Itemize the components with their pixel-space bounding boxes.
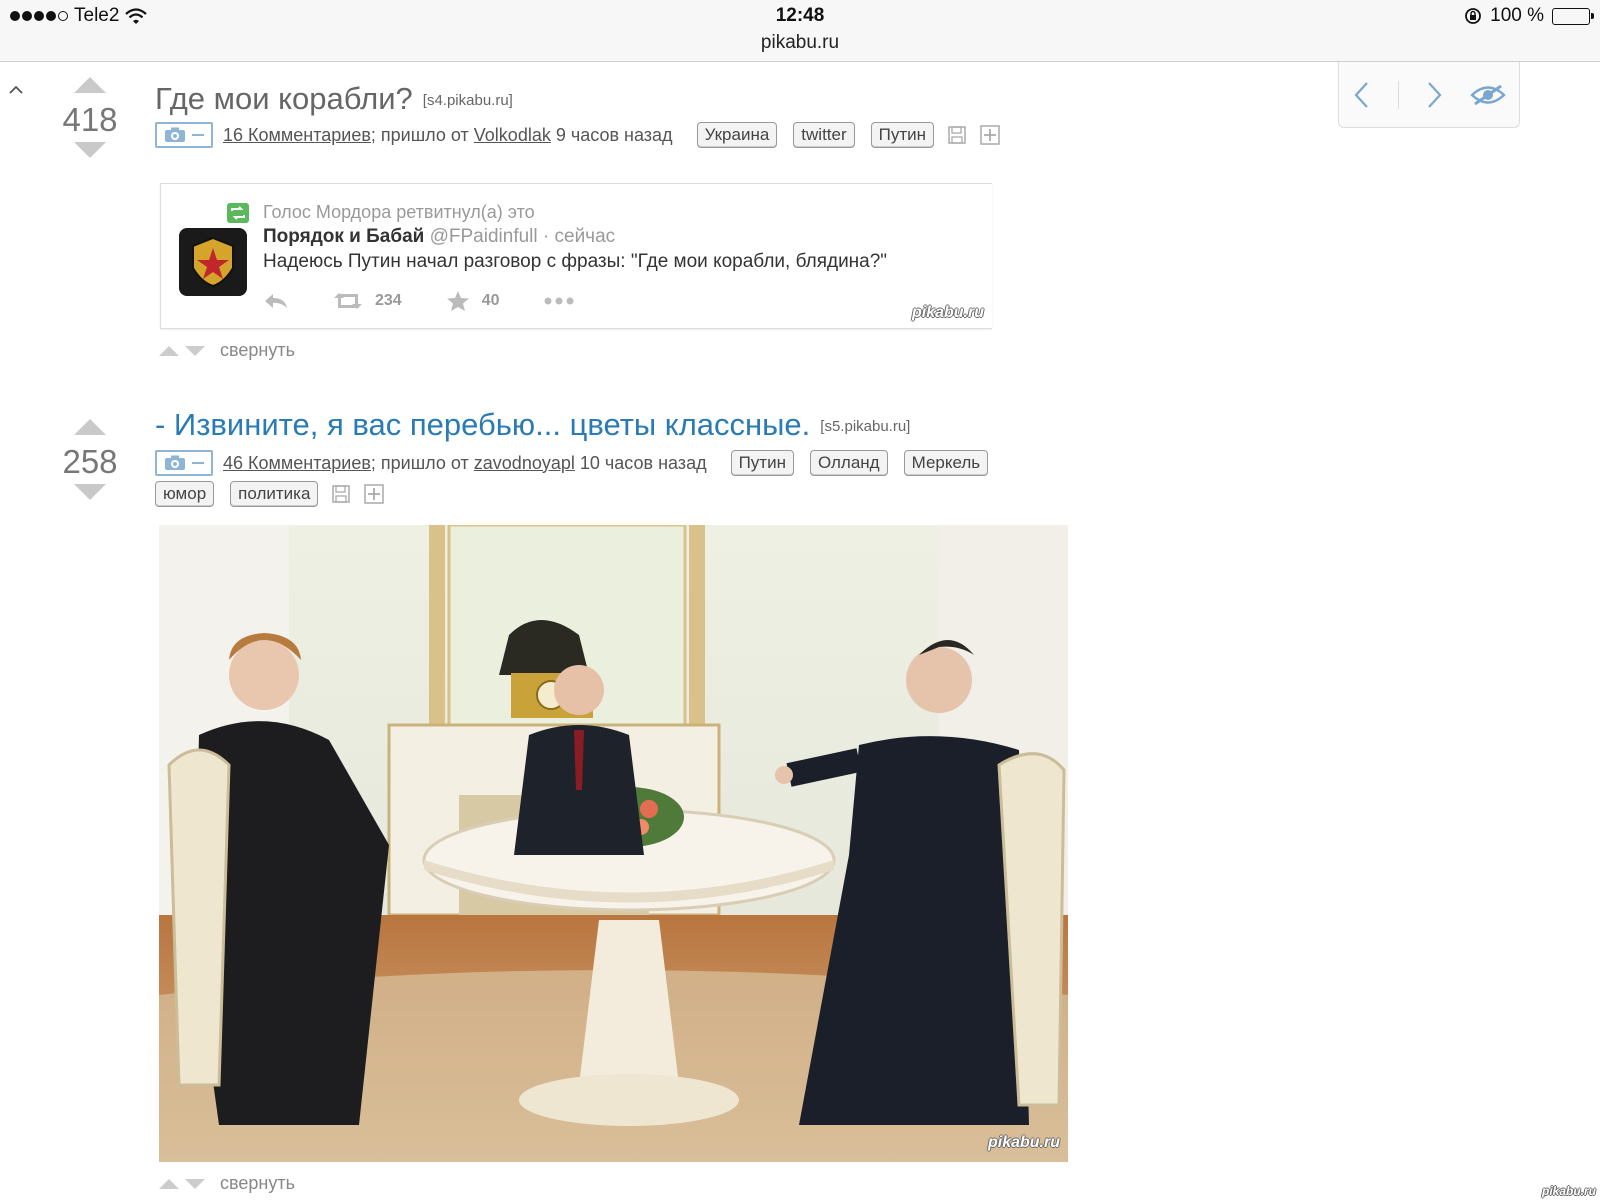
tag[interactable]: Украина: [696, 122, 778, 148]
tweet-author: Порядок и Бабай @FPaidinfull · сейчас: [263, 226, 615, 248]
small-vote-down-icon[interactable]: [184, 345, 206, 357]
story-title[interactable]: Где мои корабли? [s4.pikabu.ru]: [155, 81, 513, 117]
tag[interactable]: юмор: [155, 481, 215, 507]
address-bar[interactable]: pikabu.ru: [0, 32, 1600, 54]
vote-down-icon[interactable]: [72, 140, 108, 160]
small-vote-up-icon[interactable]: [158, 345, 180, 357]
reply-icon: [265, 294, 287, 308]
vote-up-icon[interactable]: [72, 417, 108, 437]
avatar: [179, 228, 247, 296]
fold-control[interactable]: свернуть: [158, 340, 295, 361]
story-photo: pikabu.ru: [159, 525, 1068, 1162]
story-title-text[interactable]: Где мои корабли?: [155, 81, 413, 116]
story-meta: 16 Комментариев ; пришло от Volkodlak 9 …: [155, 122, 1000, 148]
author-link[interactable]: Volkodlak: [474, 125, 551, 146]
tweet-text: Надеюсь Путин начал разговор с фразы: "Г…: [263, 251, 888, 272]
tweet-handle: @FPaidinfull: [429, 226, 538, 247]
story-title[interactable]: - Извините, я вас перебью... цветы класс…: [155, 407, 910, 443]
favorite-count: 40: [481, 292, 500, 309]
fold-link[interactable]: свернуть: [220, 340, 295, 361]
camera-icon[interactable]: [155, 450, 213, 476]
post-time: 9 часов назад: [555, 124, 673, 145]
status-right: 100 %: [1464, 5, 1594, 27]
story-domain: [s5.pikabu.ru]: [820, 418, 911, 436]
retweet-count: 234: [375, 292, 402, 309]
corner-watermark: pikabu.ru: [1541, 1184, 1596, 1198]
tag[interactable]: twitter: [793, 122, 855, 148]
meeting-photo-illustration: [159, 525, 1068, 1162]
rating-block: 418: [55, 75, 125, 165]
fold-control[interactable]: свернуть: [158, 1173, 295, 1194]
battery-icon: [1552, 7, 1594, 25]
tag[interactable]: Меркель: [903, 450, 989, 476]
story-domain: [s4.pikabu.ru]: [422, 92, 513, 110]
retweeted-by: Голос Мордора ретвитнул(а) это: [263, 202, 535, 222]
tweet-actions: 234 40: [263, 290, 618, 312]
next-icon[interactable]: [1424, 80, 1444, 110]
tweet-watermark: pikabu.ru: [911, 304, 984, 321]
story-nav-widget: [1338, 62, 1520, 128]
post-time: 10 часов назад: [579, 452, 707, 473]
retweet-badge-icon: [227, 202, 249, 223]
favorite-action: 40: [446, 290, 500, 312]
tweet-time: · сейчас: [542, 226, 616, 247]
tweet-author-name: Порядок и Бабай: [263, 226, 425, 247]
camera-icon[interactable]: [155, 122, 213, 148]
clock: 12:48: [775, 5, 825, 26]
comments-link[interactable]: 16 Комментариев: [223, 125, 371, 146]
up-caret-icon[interactable]: [8, 84, 24, 96]
save-icon[interactable]: [948, 126, 966, 144]
rating-value: 418: [62, 101, 118, 138]
ios-status-bar: Tele2 12:48 pikabu.ru 100 %: [0, 0, 1600, 62]
reply-action: [263, 292, 289, 310]
rotation-lock-icon: [1465, 8, 1482, 24]
photo-watermark: pikabu.ru: [987, 1134, 1060, 1151]
save-icon[interactable]: [332, 485, 351, 503]
tag[interactable]: Путин: [870, 122, 935, 148]
vote-up-icon[interactable]: [72, 75, 108, 95]
retweet-icon: [334, 293, 362, 309]
tag[interactable]: Путин: [730, 450, 794, 476]
tag[interactable]: политика: [230, 481, 319, 507]
rating-value: 258: [62, 443, 118, 480]
prev-icon[interactable]: [1352, 80, 1372, 110]
from-label: ; пришло от: [370, 124, 469, 145]
author-link[interactable]: zavodnoyapl: [474, 453, 575, 474]
rating-block: 258: [55, 417, 125, 507]
story-meta: 46 Комментариев ; пришло от zavodnoyapl …: [155, 450, 989, 476]
star-icon: [446, 291, 469, 311]
small-vote-up-icon[interactable]: [158, 1178, 180, 1190]
tag[interactable]: Олланд: [809, 450, 888, 476]
retweet-header: Голос Мордора ретвитнул(а) это: [227, 202, 535, 223]
story-meta-row2: юмор политика: [139, 481, 385, 507]
from-label: ; пришло от: [370, 452, 469, 473]
retweet-action: 234: [333, 291, 402, 311]
story-title-text[interactable]: - Извините, я вас перебью... цветы класс…: [155, 407, 810, 442]
vote-down-icon[interactable]: [72, 482, 108, 502]
more-icon: [544, 297, 573, 305]
more-action: [544, 297, 574, 305]
fold-link[interactable]: свернуть: [220, 1173, 295, 1194]
add-icon[interactable]: [980, 125, 1000, 145]
comments-link[interactable]: 46 Комментариев: [223, 453, 371, 474]
small-vote-down-icon[interactable]: [184, 1178, 206, 1190]
hide-eye-icon[interactable]: [1470, 82, 1506, 108]
tweet-image: Голос Мордора ретвитнул(а) это Порядок и…: [160, 183, 992, 329]
star-emblem-icon: [192, 236, 234, 288]
add-icon[interactable]: [364, 484, 385, 504]
battery-percent: 100 %: [1490, 5, 1544, 26]
